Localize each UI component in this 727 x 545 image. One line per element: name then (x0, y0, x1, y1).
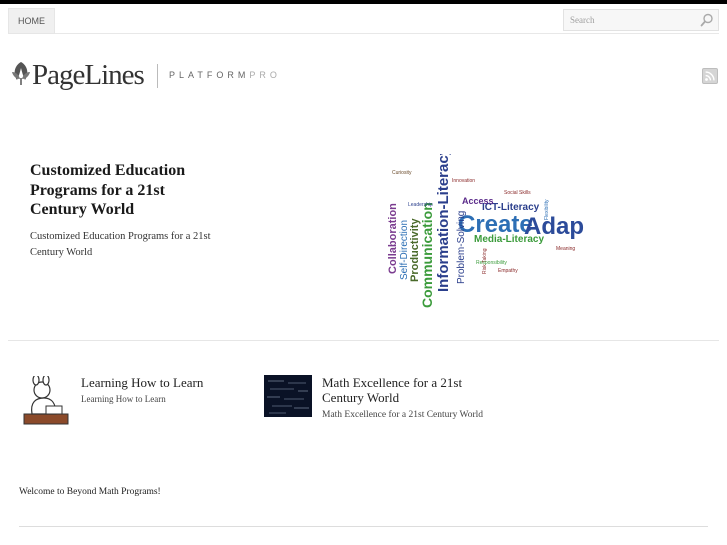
section-divider (8, 340, 719, 341)
rss-icon[interactable] (702, 68, 718, 84)
wordcloud-word: Information-Literacy (435, 154, 452, 292)
box-2-description: Math Excellence for a 21st Century World (322, 410, 484, 420)
leaf-icon (12, 62, 30, 85)
logo-separator (157, 64, 158, 88)
wordcloud-word: Leadership (408, 202, 433, 208)
welcome-text: Welcome to Beyond Math Programs! (19, 487, 161, 497)
nav-bar: HOME (8, 8, 719, 34)
wordcloud-word: Access (462, 196, 494, 206)
wordcloud-word: Flexibility (544, 199, 550, 220)
site-logo[interactable]: PageLines PLATFORMPRO (10, 58, 310, 94)
feature-description: Customized Education Programs for a 21st… (30, 231, 211, 258)
wordcloud-word: Problem-Solving (456, 211, 467, 284)
wordcloud-word: Communication (419, 202, 435, 308)
search-box (563, 9, 719, 31)
logo-sub-light: PRO (249, 70, 281, 80)
wordcloud-word: Empathy (498, 268, 518, 274)
box-2-image[interactable] (264, 375, 312, 417)
feature-title[interactable]: Customized Education Programs for a 21st… (30, 161, 220, 220)
logo-subtitle: PLATFORMPRO (169, 70, 281, 80)
wordcloud-word: Curiosity (392, 170, 412, 176)
box-1-title[interactable]: Learning How to Learn (81, 375, 203, 391)
wordcloud-word: Social Skills (504, 190, 531, 196)
footer-divider (19, 526, 708, 527)
wordcloud-word: Innovation (452, 178, 475, 184)
wordcloud-word: Meaning (556, 246, 575, 252)
logo-brand: PageLines (32, 59, 145, 91)
search-icon[interactable] (700, 13, 714, 27)
box-1-description: Learning How to Learn (81, 394, 166, 404)
logo-sub-main: PLATFORM (169, 70, 250, 80)
wordcloud-word: Self-Direction (399, 220, 410, 280)
wordcloud-word: Productivity (409, 218, 421, 282)
wordcloud-image[interactable]: Create Adapt Information-Literacy Commun… (378, 154, 584, 310)
top-bar (0, 0, 727, 4)
wordcloud-word: Responsibility (476, 260, 507, 266)
search-input[interactable] (564, 10, 694, 30)
nav-home-link[interactable]: HOME (8, 8, 55, 34)
wordcloud-word: Collaboration (387, 203, 399, 274)
box-1-image[interactable] (22, 376, 70, 426)
box-2-title[interactable]: Math Excellence for a 21st Century World (322, 375, 492, 405)
wordcloud-word: Media-Literacy (474, 234, 544, 245)
